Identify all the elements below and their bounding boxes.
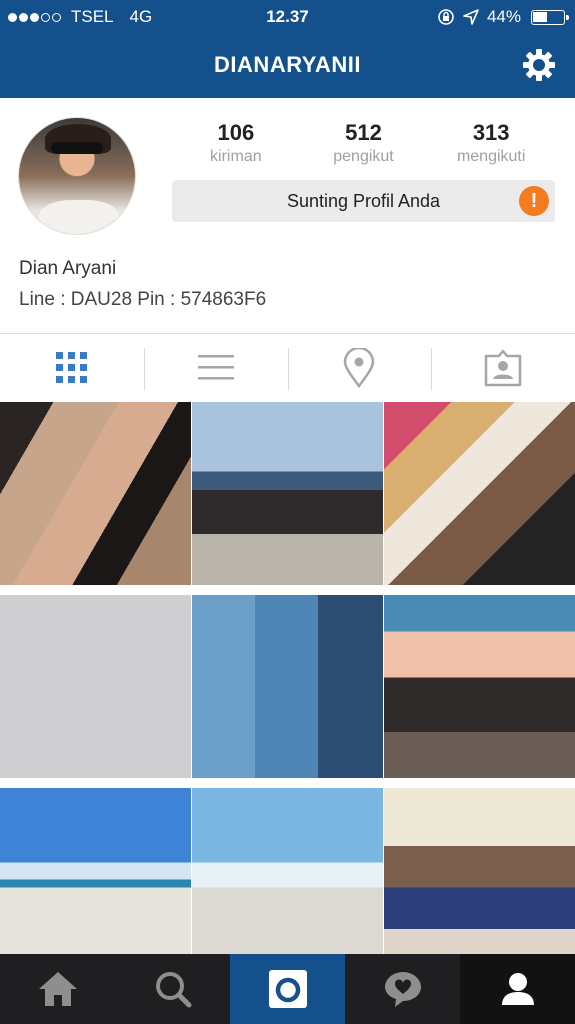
- stat-following[interactable]: 313 mengikuti: [427, 120, 555, 166]
- rotation-lock-icon: [438, 9, 454, 25]
- tab-grid[interactable]: [0, 334, 144, 402]
- battery-icon: [531, 9, 569, 25]
- edit-profile-button[interactable]: Sunting Profil Anda !: [172, 180, 555, 222]
- search-icon: [155, 972, 191, 1008]
- profile-bio: Line : DAU28 Pin : 574863F6: [19, 289, 267, 310]
- stat-following-label: mengikuti: [456, 148, 526, 165]
- location-arrow-icon: [463, 9, 479, 25]
- bottom-nav: [0, 954, 575, 1024]
- location-pin-icon: [344, 348, 375, 388]
- app-header: TSEL 4G 12.37 44% DIANARYANII: [0, 0, 575, 98]
- view-tabs: [0, 333, 575, 402]
- nav-activity[interactable]: [345, 954, 460, 1024]
- profile-stats: 106 kiriman 512 pengikut 313 mengikuti: [172, 120, 555, 166]
- profile-name: Dian Aryani: [19, 258, 117, 279]
- home-icon: [38, 972, 77, 1006]
- battery-percentage: 44%: [486, 7, 521, 26]
- photo-thumbnail[interactable]: [384, 402, 575, 585]
- avatar[interactable]: [18, 117, 136, 235]
- tab-list[interactable]: [143, 334, 288, 402]
- nav-profile[interactable]: [460, 954, 575, 1024]
- activity-heart-icon: [384, 972, 421, 1007]
- stat-following-value: 313: [472, 120, 510, 145]
- photo-thumbnail[interactable]: [384, 788, 575, 954]
- edit-profile-label: Sunting Profil Anda: [286, 191, 441, 211]
- grid-icon: [55, 352, 87, 383]
- tagged-person-icon: [484, 349, 522, 387]
- stat-posts-label: kiriman: [210, 148, 262, 165]
- stat-followers-value: 512: [345, 120, 382, 145]
- photo-thumbnail[interactable]: [0, 595, 191, 778]
- stat-posts-value: 106: [217, 120, 255, 145]
- camera-icon: [268, 970, 307, 1008]
- status-bar: TSEL 4G 12.37 44%: [0, 0, 575, 32]
- stat-posts[interactable]: 106 kiriman: [172, 120, 300, 166]
- tab-tagged[interactable]: [431, 334, 575, 402]
- photo-thumbnail[interactable]: [0, 402, 191, 585]
- tab-places[interactable]: [287, 334, 432, 402]
- photo-thumbnail[interactable]: [192, 402, 383, 585]
- nav-camera[interactable]: [230, 954, 345, 1024]
- photo-thumbnail[interactable]: [192, 595, 383, 778]
- stat-followers[interactable]: 512 pengikut: [300, 120, 428, 166]
- profile-icon: [501, 973, 534, 1005]
- stat-followers-label: pengikut: [333, 148, 394, 165]
- gear-icon[interactable]: [521, 47, 557, 83]
- photo-thumbnail[interactable]: [192, 788, 383, 954]
- photo-thumbnail[interactable]: [0, 788, 191, 954]
- photo-thumbnail[interactable]: [384, 595, 575, 778]
- page-title: DIANARYANII: [214, 52, 361, 77]
- photo-grid: [0, 402, 575, 954]
- nav-home[interactable]: [0, 954, 115, 1024]
- alert-icon: !: [519, 186, 549, 216]
- list-icon: [197, 355, 234, 380]
- nav-search[interactable]: [115, 954, 230, 1024]
